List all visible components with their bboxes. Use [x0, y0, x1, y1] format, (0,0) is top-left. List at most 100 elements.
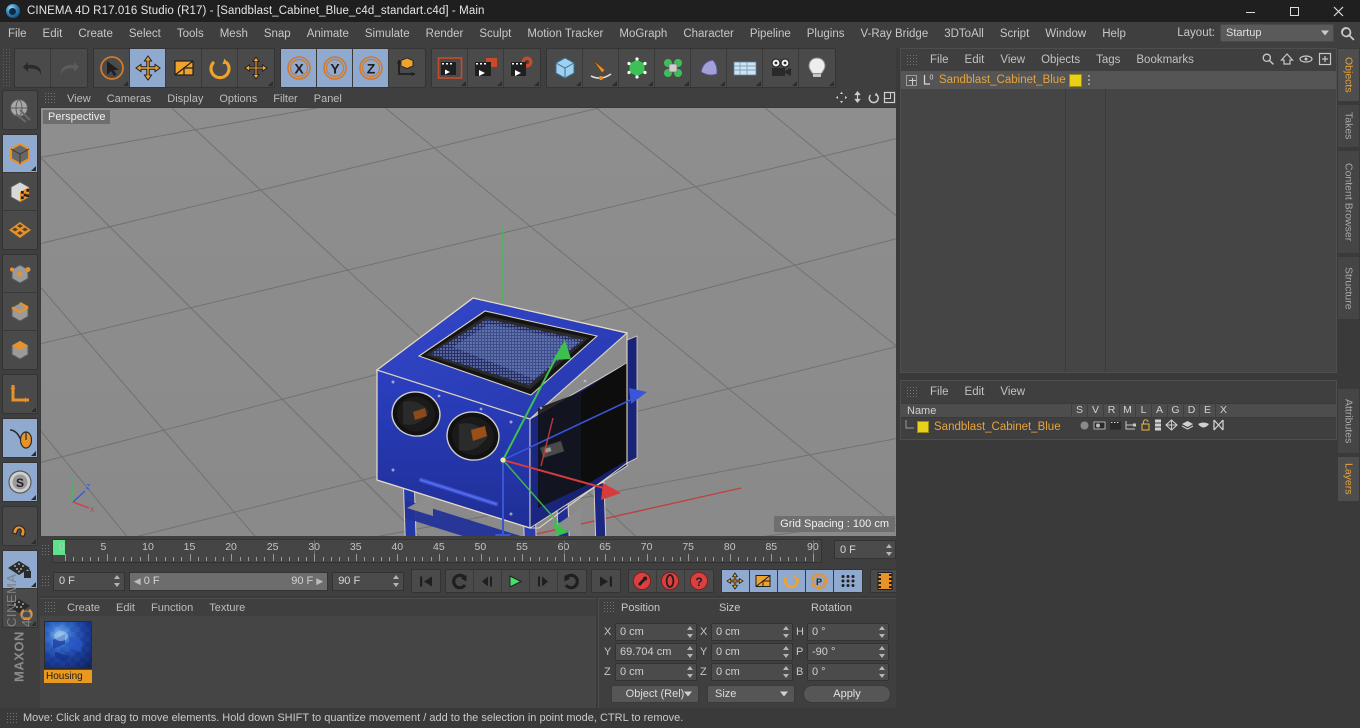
viewport-menu-cameras[interactable]: Cameras [99, 93, 160, 105]
object-menu-edit[interactable]: Edit [957, 54, 993, 66]
layer-manager-grip[interactable] [906, 385, 917, 399]
timeline-grip[interactable] [41, 544, 50, 557]
close-button[interactable] [1316, 0, 1360, 22]
menu-item-mograph[interactable]: MoGraph [611, 22, 675, 45]
dolly-view-icon[interactable] [851, 91, 864, 109]
key-rotation-button[interactable] [777, 570, 806, 592]
rotate-tool[interactable] [202, 48, 238, 87]
render-region-button[interactable] [468, 48, 504, 87]
go-to-start-button[interactable] [412, 570, 440, 592]
menu-item-character[interactable]: Character [675, 22, 742, 45]
home-icon[interactable] [1280, 52, 1294, 71]
right-tab-objects[interactable]: Objects [1337, 48, 1360, 102]
object-menu-view[interactable]: View [992, 54, 1033, 66]
position-x-field[interactable]: 0 cm [615, 623, 697, 641]
menu-item-sculpt[interactable]: Sculpt [471, 22, 519, 45]
menu-item-file[interactable]: File [0, 22, 35, 45]
add-spline-button[interactable] [583, 48, 619, 87]
move-alt-tool[interactable] [238, 49, 274, 87]
viewport-menu-panel[interactable]: Panel [306, 93, 350, 105]
key-scale-button[interactable] [749, 570, 778, 592]
key-point-level-animation-button[interactable] [833, 570, 862, 592]
object-row-sandblast-cabinet-blue[interactable]: 0 Sandblast_Cabinet_Blue [901, 71, 1336, 89]
object-menu-bookmarks[interactable]: Bookmarks [1128, 54, 1202, 66]
stepper-icon[interactable] [782, 626, 789, 638]
snap-magnet-button[interactable] [3, 507, 37, 545]
lock-z-axis-button[interactable]: Z [353, 48, 389, 87]
right-tab-structure[interactable]: Structure [1337, 256, 1360, 320]
material-menu-create[interactable]: Create [59, 602, 108, 614]
menu-item-3dtoall[interactable]: 3DToAll [936, 22, 992, 45]
play-forward-button[interactable] [502, 570, 530, 592]
enable-axis-modification-button[interactable] [3, 419, 37, 457]
previous-frame-button[interactable] [474, 570, 502, 592]
perspective-viewport[interactable]: Perspective Grid Spacing: 100 cm Y Z X [41, 108, 899, 536]
animation-mode-button[interactable] [871, 570, 899, 592]
object-name-label[interactable]: Sandblast_Cabinet_Blue [939, 74, 1066, 86]
menu-item-plugins[interactable]: Plugins [799, 22, 853, 45]
viewport-menu-display[interactable]: Display [159, 93, 211, 105]
redo-button[interactable] [51, 49, 87, 87]
layer-menu-edit[interactable]: Edit [957, 386, 993, 398]
texture-mode-button[interactable] [3, 173, 37, 211]
menu-item-pipeline[interactable]: Pipeline [742, 22, 799, 45]
menu-item-vray-bridge[interactable]: V-Ray Bridge [852, 22, 936, 45]
menu-item-select[interactable]: Select [121, 22, 169, 45]
position-y-field[interactable]: 69.704 cm [615, 643, 697, 661]
right-tab-takes[interactable]: Takes [1337, 104, 1360, 148]
layer-solo-icon[interactable] [1079, 418, 1090, 436]
live-selection-tool[interactable] [94, 48, 130, 87]
size-x-field[interactable]: 0 cm [711, 623, 793, 641]
apply-button[interactable]: Apply [803, 685, 891, 703]
add-generator-button[interactable] [619, 48, 655, 87]
right-tab-content-browser[interactable]: Content Browser [1337, 150, 1360, 254]
lock-x-axis-button[interactable]: X [281, 48, 317, 87]
right-tab-attributes[interactable]: Attributes [1337, 388, 1360, 454]
make-editable-button[interactable] [3, 91, 37, 129]
maximize-view-icon[interactable] [883, 91, 896, 109]
toolbar-grip[interactable] [2, 47, 12, 88]
menu-item-create[interactable]: Create [70, 22, 121, 45]
playback-current-frame-field[interactable]: 0 F [52, 571, 125, 591]
key-parameter-button[interactable]: P [805, 570, 834, 592]
add-camera-button[interactable] [763, 48, 799, 87]
object-menu-objects[interactable]: Objects [1033, 54, 1088, 66]
coordinates-mode-dropdown[interactable]: Object (Rel) [611, 685, 699, 703]
soft-selection-button[interactable]: S [3, 463, 37, 501]
layer-render-icon[interactable] [1109, 418, 1122, 436]
keyframe-selection-button[interactable]: ? [685, 570, 713, 592]
stepper-icon[interactable] [686, 666, 693, 678]
play-reverse-button[interactable] [446, 570, 474, 592]
render-view-button[interactable] [432, 48, 468, 87]
scale-tool[interactable] [166, 48, 202, 87]
viewport-menu-options[interactable]: Options [211, 93, 265, 105]
menu-item-render[interactable]: Render [418, 22, 472, 45]
playback-preview-end-field[interactable]: 90 F [332, 571, 404, 591]
menu-item-help[interactable]: Help [1094, 22, 1134, 45]
undo-button[interactable] [15, 48, 51, 87]
polygon-select-mode-button[interactable] [3, 331, 37, 369]
maximize-button[interactable] [1272, 0, 1316, 22]
add-environment-button[interactable] [727, 48, 763, 87]
point-mode-button[interactable] [3, 255, 37, 293]
menu-item-animate[interactable]: Animate [299, 22, 357, 45]
layer-generator-icon[interactable] [1165, 418, 1178, 436]
add-cube-button[interactable] [547, 48, 583, 87]
pan-view-icon[interactable] [835, 91, 848, 109]
world-object-coordinates-button[interactable] [389, 49, 425, 87]
rotation-h-field[interactable]: 0 ° [807, 623, 889, 641]
menu-item-window[interactable]: Window [1037, 22, 1094, 45]
menu-item-simulate[interactable]: Simulate [357, 22, 418, 45]
add-light-button[interactable] [799, 49, 835, 87]
object-axis-mode-button[interactable] [3, 375, 37, 413]
move-tool[interactable] [130, 48, 166, 87]
right-tab-layers[interactable]: Layers [1337, 456, 1360, 502]
playbar-grip[interactable] [41, 574, 50, 588]
object-menu-tags[interactable]: Tags [1088, 54, 1128, 66]
menu-item-motion-tracker[interactable]: Motion Tracker [519, 22, 611, 45]
material-manager-grip[interactable] [44, 601, 55, 614]
lock-y-axis-button[interactable]: Y [317, 48, 353, 87]
stepper-icon[interactable] [878, 626, 885, 638]
object-menu-file[interactable]: File [922, 54, 957, 66]
stepper-icon[interactable] [782, 646, 789, 658]
